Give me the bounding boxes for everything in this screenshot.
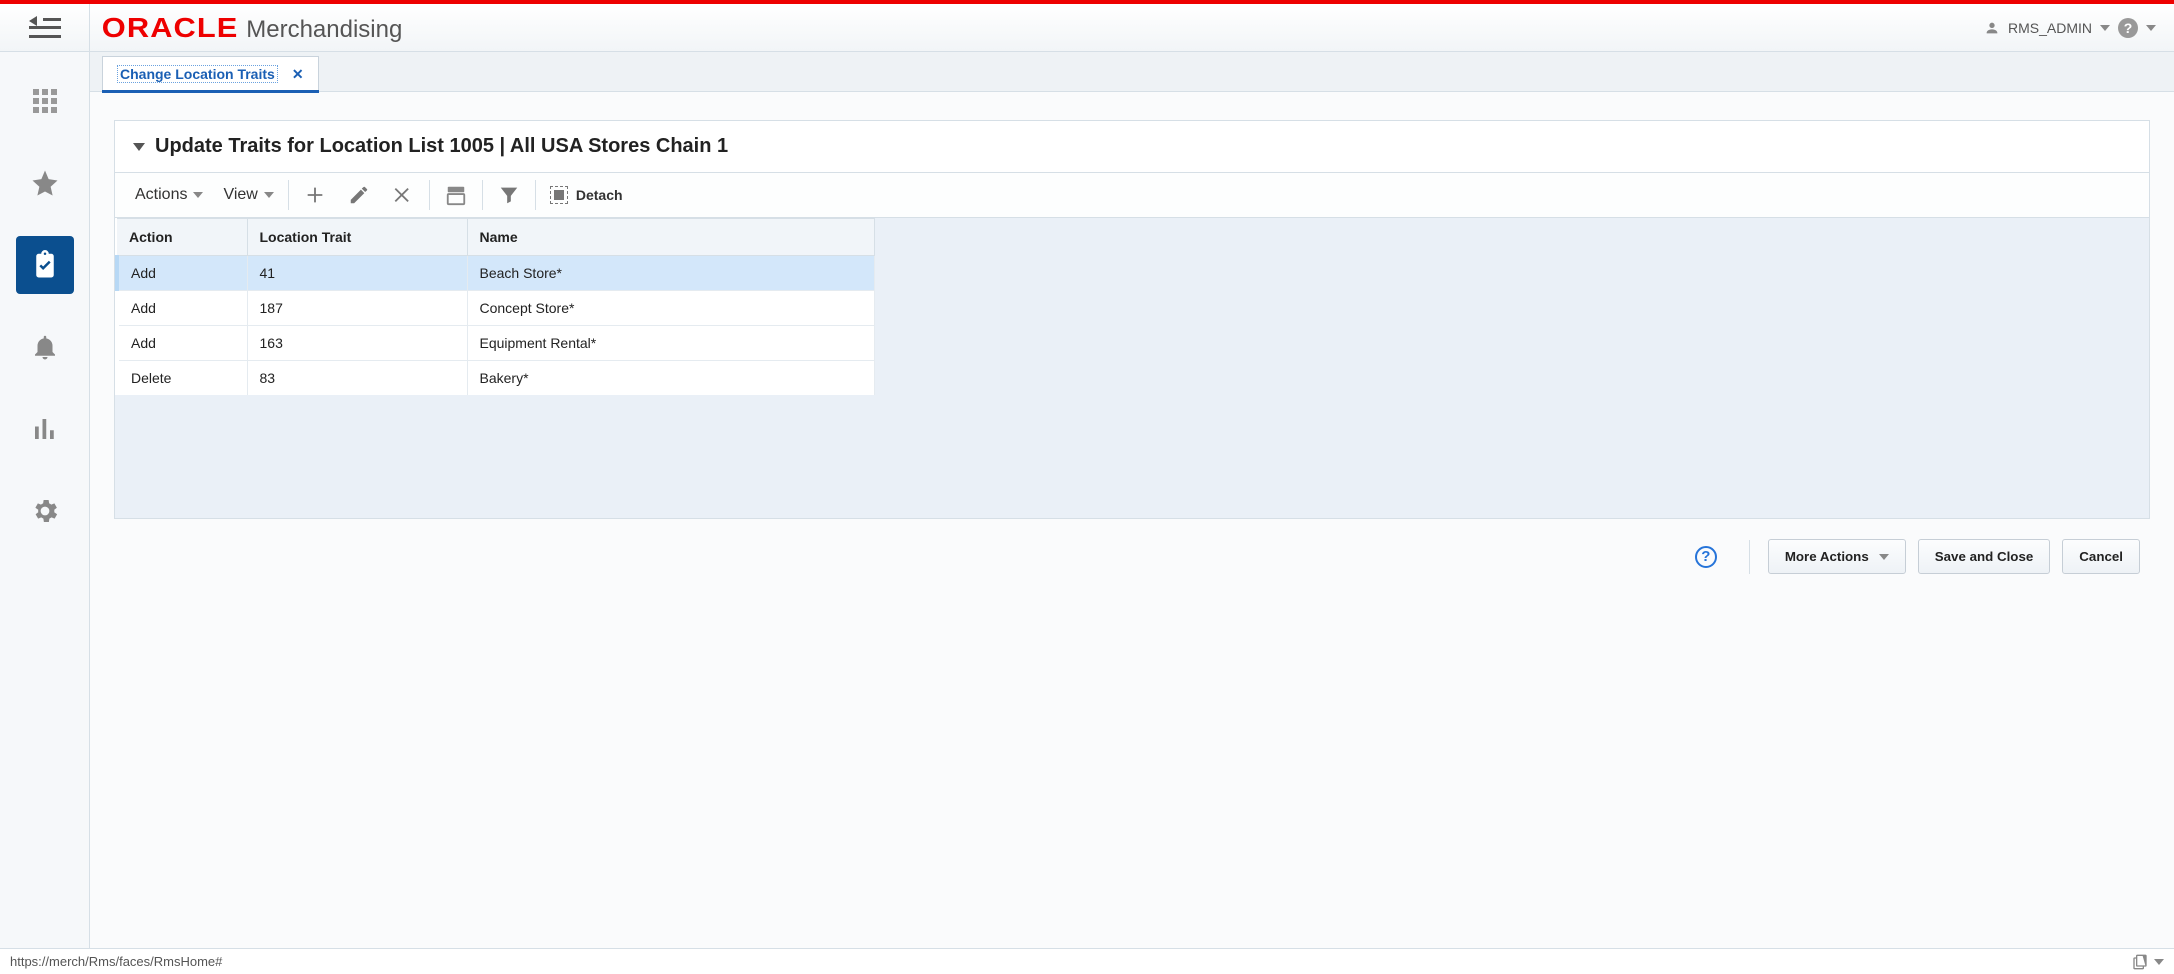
- main-panel: Update Traits for Location List 1005 | A…: [114, 120, 2150, 519]
- more-actions-label: More Actions: [1785, 549, 1869, 564]
- caret-down-icon: [193, 192, 203, 198]
- help-caret-icon: [2146, 25, 2156, 31]
- actions-menu-label: Actions: [135, 186, 187, 204]
- status-url: https://merch/Rms/faces/RmsHome#: [10, 954, 222, 969]
- panel-header: Update Traits for Location List 1005 | A…: [115, 121, 2149, 172]
- context-help-icon[interactable]: ?: [1695, 546, 1717, 568]
- more-actions-button[interactable]: More Actions: [1768, 539, 1906, 574]
- nav-toggle-cell: [0, 4, 90, 51]
- col-name[interactable]: Name: [467, 219, 875, 256]
- detach-label: Detach: [576, 187, 623, 203]
- sidebar-settings-button[interactable]: [16, 482, 74, 540]
- filter-button[interactable]: [487, 173, 531, 217]
- cell-name: Beach Store*: [467, 256, 875, 291]
- sidebar-apps-button[interactable]: [16, 72, 74, 130]
- table-row[interactable]: Add187Concept Store*: [117, 291, 875, 326]
- tab-label: Change Location Traits: [117, 65, 278, 83]
- caret-down-icon: [1879, 554, 1889, 560]
- footer-separator: [1749, 540, 1750, 574]
- col-location-trait[interactable]: Location Trait: [247, 219, 467, 256]
- cell-action: Delete: [117, 361, 247, 396]
- grid-icon: [33, 89, 57, 113]
- actions-menu[interactable]: Actions: [125, 186, 213, 204]
- header-user-area[interactable]: RMS_ADMIN ?: [1984, 18, 2174, 38]
- view-menu[interactable]: View: [213, 186, 283, 204]
- cell-location_trait: 187: [247, 291, 467, 326]
- table-row[interactable]: Add41Beach Store*: [117, 256, 875, 291]
- star-icon: [30, 168, 60, 198]
- caret-down-icon: [2154, 959, 2164, 965]
- table-row[interactable]: Add163Equipment Rental*: [117, 326, 875, 361]
- cell-name: Bakery*: [467, 361, 875, 396]
- sidebar: [0, 52, 90, 948]
- save-and-close-label: Save and Close: [1935, 549, 2034, 564]
- location-traits-table: Action Location Trait Name Add41Beach St…: [115, 218, 875, 395]
- caret-down-icon: [264, 192, 274, 198]
- clipboard-check-icon: [30, 250, 60, 280]
- sidebar-reports-button[interactable]: [16, 400, 74, 458]
- export-xls-icon: [445, 184, 467, 206]
- cancel-button[interactable]: Cancel: [2062, 539, 2140, 574]
- toolbar-separator: [288, 180, 289, 210]
- cell-name: Concept Store*: [467, 291, 875, 326]
- add-button[interactable]: [293, 173, 337, 217]
- cell-action: Add: [117, 291, 247, 326]
- toolbar-separator: [482, 180, 483, 210]
- cancel-label: Cancel: [2079, 549, 2123, 564]
- brand: ORACLE Merchandising: [90, 12, 402, 44]
- nav-toggle-icon[interactable]: [27, 14, 63, 42]
- page-footer: ? More Actions Save and Close Cancel: [114, 519, 2150, 582]
- table-area: Action Location Trait Name Add41Beach St…: [115, 218, 2149, 518]
- detach-icon: [550, 186, 568, 204]
- cell-name: Equipment Rental*: [467, 326, 875, 361]
- table-row[interactable]: Delete83Bakery*: [117, 361, 875, 396]
- tab-change-location-traits[interactable]: Change Location Traits ✕: [102, 56, 319, 92]
- product-name: Merchandising: [246, 16, 402, 44]
- user-caret-icon: [2100, 25, 2110, 31]
- cell-location_trait: 163: [247, 326, 467, 361]
- sidebar-favorites-button[interactable]: [16, 154, 74, 212]
- delete-button[interactable]: [381, 173, 425, 217]
- user-icon: [1984, 20, 2000, 36]
- detach-button[interactable]: Detach: [540, 186, 633, 204]
- cell-action: Add: [117, 326, 247, 361]
- pencil-icon: [348, 184, 370, 206]
- view-menu-label: View: [223, 186, 257, 204]
- funnel-icon: [498, 184, 520, 206]
- col-action[interactable]: Action: [117, 219, 247, 256]
- help-icon[interactable]: ?: [2118, 18, 2138, 38]
- toolbar-separator: [535, 180, 536, 210]
- sidebar-tasks-button[interactable]: [16, 236, 74, 294]
- edit-button[interactable]: [337, 173, 381, 217]
- cell-location_trait: 83: [247, 361, 467, 396]
- save-and-close-button[interactable]: Save and Close: [1918, 539, 2051, 574]
- bell-icon: [30, 332, 60, 362]
- panel-title: Update Traits for Location List 1005 | A…: [155, 135, 728, 158]
- bar-chart-icon: [30, 414, 60, 444]
- tab-close-icon[interactable]: ✕: [292, 66, 304, 83]
- username: RMS_ADMIN: [2008, 20, 2092, 36]
- clipboard-icon[interactable]: [2132, 954, 2148, 970]
- toolbar-separator: [429, 180, 430, 210]
- brand-logo: ORACLE: [102, 12, 239, 44]
- app-header: ORACLE Merchandising RMS_ADMIN ?: [0, 4, 2174, 52]
- x-icon: [392, 184, 414, 206]
- plus-icon: [304, 184, 326, 206]
- sidebar-notifications-button[interactable]: [16, 318, 74, 376]
- cell-location_trait: 41: [247, 256, 467, 291]
- gear-icon: [30, 496, 60, 526]
- cell-action: Add: [117, 256, 247, 291]
- tab-bar: Change Location Traits ✕: [90, 52, 2174, 92]
- export-button[interactable]: [434, 173, 478, 217]
- disclosure-icon[interactable]: [133, 143, 145, 151]
- status-bar: https://merch/Rms/faces/RmsHome#: [0, 948, 2174, 974]
- tab-active-underline: [102, 90, 319, 93]
- table-toolbar: Actions View: [115, 172, 2149, 218]
